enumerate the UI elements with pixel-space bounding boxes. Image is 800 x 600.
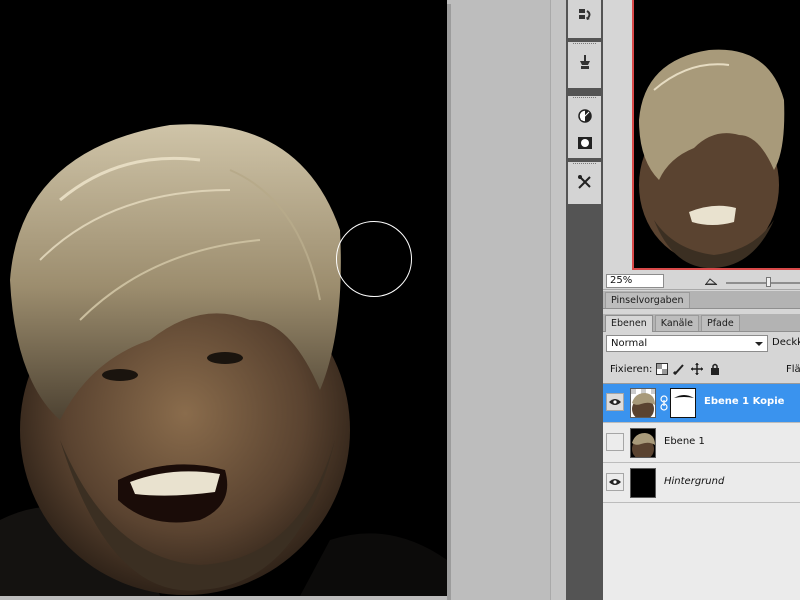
layer-name[interactable]: Ebene 1 Kopie [704, 396, 784, 407]
zoom-slider-track[interactable] [726, 282, 800, 284]
layers-tabbar: Ebenen Kanäle Pfade [603, 314, 800, 332]
chevron-down-icon [755, 342, 763, 346]
lock-all-icon[interactable] [709, 363, 721, 375]
eye-icon [609, 399, 621, 405]
tab-brush-presets[interactable]: Pinselvorgaben [605, 292, 690, 308]
link-icon[interactable] [660, 395, 668, 411]
zoom-out-icon[interactable] [704, 275, 718, 287]
visibility-toggle[interactable] [606, 393, 624, 411]
lock-transparency-icon[interactable] [656, 363, 668, 375]
lock-pixels-icon[interactable] [673, 363, 685, 375]
navigator-zoom-bar: 25% [603, 272, 800, 290]
panel-dock [566, 0, 603, 600]
layer-name[interactable]: Hintergrund [664, 476, 724, 487]
navigator-preview[interactable] [632, 0, 800, 270]
layers-panel: Normal Deckk Fixieren: Fläc [603, 332, 800, 600]
tab-paths[interactable]: Pfade [700, 315, 740, 331]
layer-name[interactable]: Ebene 1 [664, 436, 705, 447]
navigator-thumbnail [634, 0, 800, 268]
visibility-toggle[interactable] [606, 473, 624, 491]
canvas-shadow [447, 4, 451, 600]
layer-list[interactable]: Ebene 1 Kopie Ebene 1 Hintergrund [603, 383, 800, 600]
brush-cursor [336, 221, 412, 297]
layer-thumbnail[interactable] [630, 468, 656, 498]
layer-row-ebene-1[interactable]: Ebene 1 [603, 424, 800, 463]
blend-mode-select[interactable]: Normal [606, 335, 768, 352]
dock-group-tool-presets [568, 162, 601, 204]
dock-group-adjustments [568, 96, 601, 158]
dock-separator[interactable] [550, 0, 566, 600]
layer-row-ebene-1-kopie[interactable]: Ebene 1 Kopie [603, 384, 800, 423]
eye-icon [609, 479, 621, 485]
document-window[interactable] [0, 0, 550, 600]
blend-mode-value: Normal [611, 338, 648, 349]
zoom-slider-thumb[interactable] [766, 277, 771, 287]
brush-tool-presets-icon[interactable] [568, 167, 601, 196]
color-adjust-icon[interactable] [568, 101, 601, 130]
lock-row: Fixieren: Fläc [603, 361, 800, 378]
dock-group-history [568, 0, 601, 38]
lock-label: Fixieren: [610, 364, 653, 375]
brush-presets-tabbar: Pinselvorgaben [603, 291, 800, 309]
opacity-label: Deckk [772, 337, 800, 348]
dock-group-clone-source [568, 42, 601, 88]
panels-column: 25% Pinselvorgaben Ebenen Kanäle Pfade N… [603, 0, 800, 600]
tab-layers[interactable]: Ebenen [605, 315, 653, 332]
layer-mask-thumbnail[interactable] [670, 388, 696, 418]
fill-label: Fläc [786, 364, 800, 375]
history-icon[interactable] [568, 0, 601, 29]
layer-row-hintergrund[interactable]: Hintergrund [603, 464, 800, 503]
tab-channels[interactable]: Kanäle [654, 315, 699, 331]
zoom-field[interactable]: 25% [606, 274, 664, 288]
lock-position-icon[interactable] [691, 363, 703, 375]
clone-source-icon[interactable] [568, 47, 601, 76]
visibility-toggle[interactable] [606, 433, 624, 451]
layer-thumbnail[interactable] [630, 428, 656, 458]
mask-icon[interactable] [568, 130, 601, 156]
document-canvas[interactable] [0, 0, 447, 596]
layer-thumbnail[interactable] [630, 388, 656, 418]
portrait-photo [0, 0, 447, 596]
